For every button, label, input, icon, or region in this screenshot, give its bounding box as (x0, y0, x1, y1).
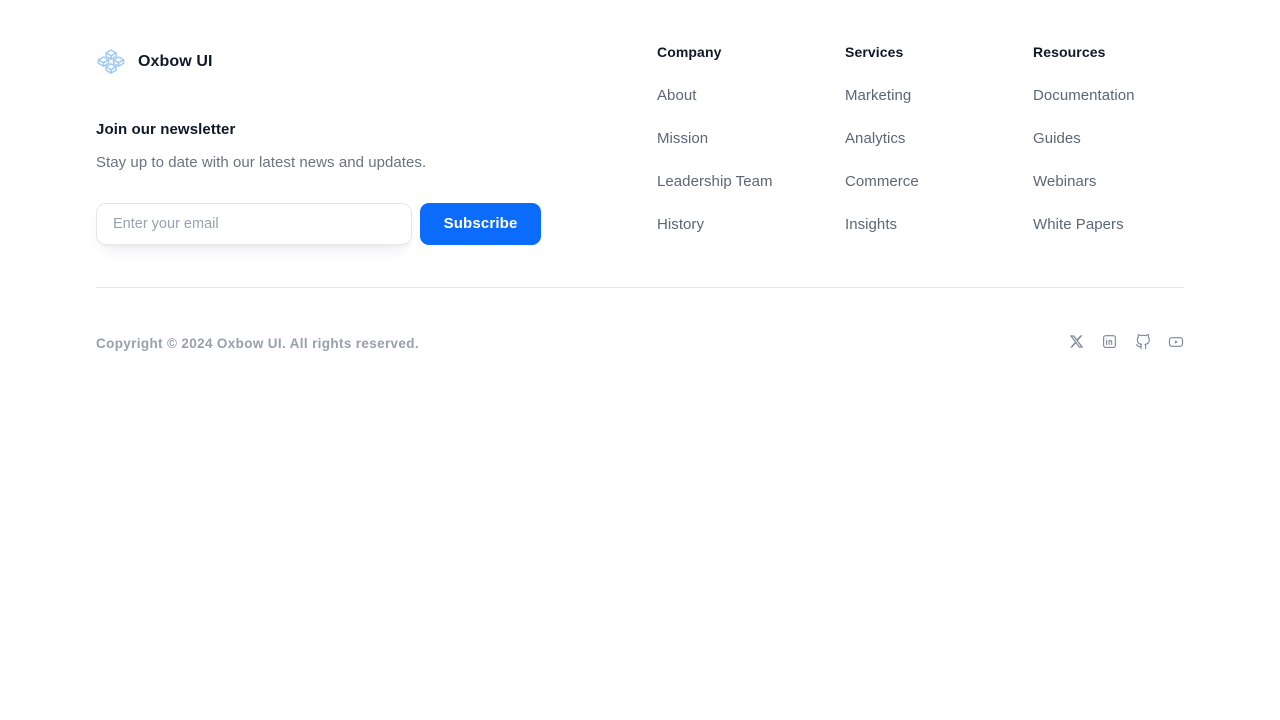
footer-link-analytics[interactable]: Analytics (845, 130, 905, 148)
list-item: About (657, 87, 845, 105)
footer-link-documentation[interactable]: Documentation (1033, 87, 1135, 105)
footer-link-mission[interactable]: Mission (657, 130, 708, 148)
newsletter-form: Subscribe (96, 202, 636, 245)
footer-link-commerce[interactable]: Commerce (845, 173, 919, 191)
footer-link-white-papers[interactable]: White Papers (1033, 216, 1124, 234)
footer-link-webinars[interactable]: Webinars (1033, 173, 1096, 191)
stacked-cubes-icon (97, 49, 125, 74)
list-item: Documentation (1033, 87, 1184, 105)
list-item: Marketing (845, 87, 1033, 105)
list-item: History (657, 216, 845, 234)
linkedin-icon (1103, 335, 1116, 348)
footer-bottom-bar: Copyright © 2024 Oxbow UI. All rights re… (96, 288, 1184, 400)
footer-column-services: Services Marketing Analytics Commerce In… (845, 44, 1033, 234)
footer-link-about[interactable]: About (657, 87, 696, 105)
social-link-linkedin[interactable] (1101, 333, 1118, 350)
footer-link-guides[interactable]: Guides (1033, 130, 1081, 148)
social-links (1068, 333, 1184, 350)
footer-link-marketing[interactable]: Marketing (845, 87, 911, 105)
list-item: Analytics (845, 130, 1033, 148)
youtube-icon (1168, 336, 1183, 347)
column-title: Services (845, 44, 904, 60)
list-item: Webinars (1033, 173, 1184, 191)
list-item: Commerce (845, 173, 1033, 191)
social-link-github[interactable] (1134, 333, 1151, 350)
email-input[interactable] (96, 202, 412, 245)
footer-link-history[interactable]: History (657, 216, 704, 234)
footer-column-resources: Resources Documentation Guides Webinars … (1033, 44, 1184, 234)
github-icon (1135, 333, 1150, 349)
footer-link-leadership-team[interactable]: Leadership Team (657, 173, 773, 191)
list-item: Guides (1033, 130, 1184, 148)
x-twitter-icon (1069, 335, 1084, 348)
copyright-text: Copyright © 2024 Oxbow UI. All rights re… (96, 336, 419, 351)
site-footer: Oxbow UI Join our newsletter Stay up to … (96, 0, 1184, 720)
brand[interactable]: Oxbow UI (96, 46, 636, 78)
column-link-list: Marketing Analytics Commerce Insights (845, 87, 1033, 234)
footer-link-columns: Company About Mission Leadership Team Hi… (657, 44, 1184, 234)
footer-column-company: Company About Mission Leadership Team Hi… (657, 44, 845, 234)
column-link-list: About Mission Leadership Team History (657, 87, 845, 234)
brand-name: Oxbow UI (138, 53, 213, 70)
list-item: Mission (657, 130, 845, 148)
subscribe-button[interactable]: Subscribe (420, 202, 541, 245)
column-title: Resources (1033, 44, 1106, 60)
newsletter-title: Join our newsletter (96, 121, 236, 138)
social-link-x[interactable] (1068, 333, 1085, 350)
list-item: Insights (845, 216, 1033, 234)
column-title: Company (657, 44, 722, 60)
footer-link-insights[interactable]: Insights (845, 216, 897, 234)
column-link-list: Documentation Guides Webinars White Pape… (1033, 87, 1184, 234)
social-link-youtube[interactable] (1167, 333, 1184, 350)
brand-newsletter-column: Oxbow UI Join our newsletter Stay up to … (96, 0, 636, 245)
newsletter-subtitle: Stay up to date with our latest news and… (96, 154, 427, 171)
footer-top-section: Oxbow UI Join our newsletter Stay up to … (96, 0, 1184, 287)
list-item: Leadership Team (657, 173, 845, 191)
list-item: White Papers (1033, 216, 1184, 234)
